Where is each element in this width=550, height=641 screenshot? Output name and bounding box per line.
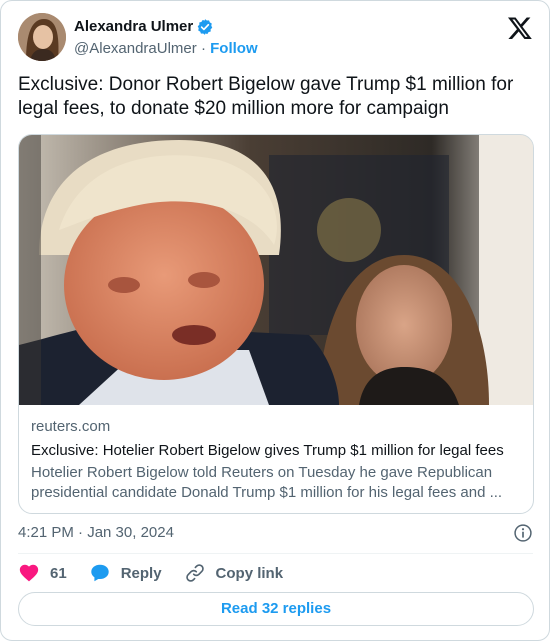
author-handle[interactable]: @AlexandraUlmer: [74, 40, 197, 57]
news-photo-icon: [19, 135, 533, 405]
action-bar: 61 Reply Copy link: [18, 562, 305, 584]
heart-icon: [19, 564, 39, 582]
timestamp-row: 4:21 PM · Jan 30, 2024: [18, 522, 533, 544]
like-button[interactable]: 61: [18, 562, 67, 584]
link-description: Hotelier Robert Bigelow told Reuters on …: [31, 463, 521, 503]
link-icon: [185, 564, 204, 582]
follow-button[interactable]: Follow: [210, 40, 258, 57]
link-description-line: presidential candidate Donald Trump $1 m…: [31, 484, 503, 501]
like-count: 61: [50, 564, 67, 582]
author-display-name[interactable]: Alexandra Ulmer: [74, 17, 193, 37]
divider: [18, 553, 533, 554]
avatar-photo-icon: [18, 13, 66, 61]
reply-label: Reply: [120, 564, 162, 582]
link-domain: reuters.com: [31, 418, 111, 435]
verified-badge-icon: [197, 19, 213, 35]
link-description-line: Hotelier Robert Bigelow told Reuters on …: [31, 464, 493, 481]
read-replies-button[interactable]: Read 32 replies: [18, 592, 534, 626]
tweet-text: Exclusive: Donor Robert Bigelow gave Tru…: [18, 74, 514, 119]
author-avatar[interactable]: [18, 13, 66, 61]
x-logo-icon[interactable]: [507, 15, 533, 41]
copy-link-label: Copy link: [215, 564, 284, 582]
link-title: Exclusive: Hotelier Robert Bigelow gives…: [31, 442, 504, 459]
info-icon[interactable]: [513, 523, 533, 543]
reply-bubble-icon: [90, 564, 109, 582]
link-preview-card[interactable]: reuters.com Exclusive: Hotelier Robert B…: [18, 134, 534, 514]
copy-link-button[interactable]: Copy link: [184, 562, 284, 584]
tweet-header: Alexandra Ulmer @AlexandraUlmer · Follow: [18, 13, 533, 63]
reply-button[interactable]: Reply: [89, 562, 162, 584]
tweet-card: Alexandra Ulmer @AlexandraUlmer · Follow…: [0, 0, 550, 641]
tweet-timestamp[interactable]: 4:21 PM · Jan 30, 2024: [18, 524, 174, 541]
handle-separator: ·: [200, 40, 206, 57]
